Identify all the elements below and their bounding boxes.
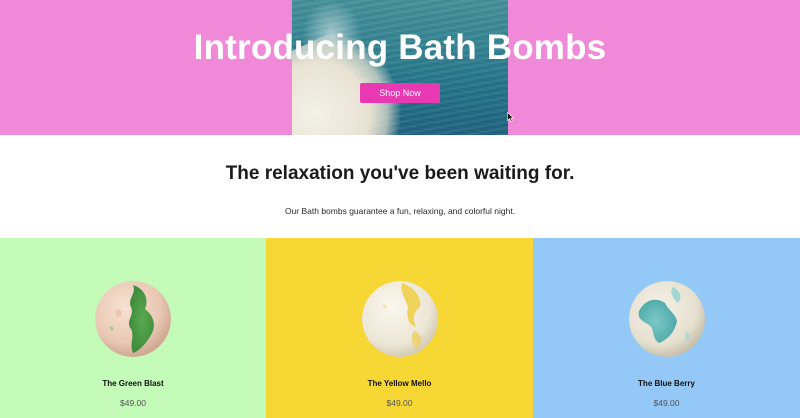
product-price: $49.00 — [386, 398, 413, 408]
product-grid: The Green Blast $49.00 The Yellow Mello … — [0, 238, 800, 418]
product-name: The Green Blast — [102, 379, 164, 388]
product-name: The Yellow Mello — [367, 379, 432, 388]
product-price: $49.00 — [120, 398, 146, 408]
product-card-blue-berry[interactable]: The Blue Berry $49.00 — [533, 238, 800, 418]
shop-now-button[interactable]: Shop Now — [360, 83, 440, 103]
intro-heading: The relaxation you've been waiting for. — [225, 163, 575, 184]
intro-section: The relaxation you've been waiting for. … — [0, 135, 800, 238]
green-bath-bomb-image — [95, 281, 171, 357]
hero-title: Introducing Bath Bombs — [193, 28, 607, 67]
product-price: $49.00 — [653, 398, 680, 408]
product-card-green-blast[interactable]: The Green Blast $49.00 — [0, 238, 266, 418]
mouse-cursor-icon — [507, 112, 515, 122]
product-name: The Blue Berry — [638, 379, 695, 388]
page: Introducing Bath Bombs Shop Now The rela… — [0, 0, 800, 418]
product-card-yellow-mello[interactable]: The Yellow Mello $49.00 — [266, 238, 533, 418]
intro-description: Our Bath bombs guarantee a fun, relaxing… — [284, 206, 516, 216]
hero-banner: Introducing Bath Bombs Shop Now — [0, 0, 800, 135]
yellow-bath-bomb-image — [361, 281, 438, 357]
blue-bath-bomb-image — [628, 281, 705, 357]
